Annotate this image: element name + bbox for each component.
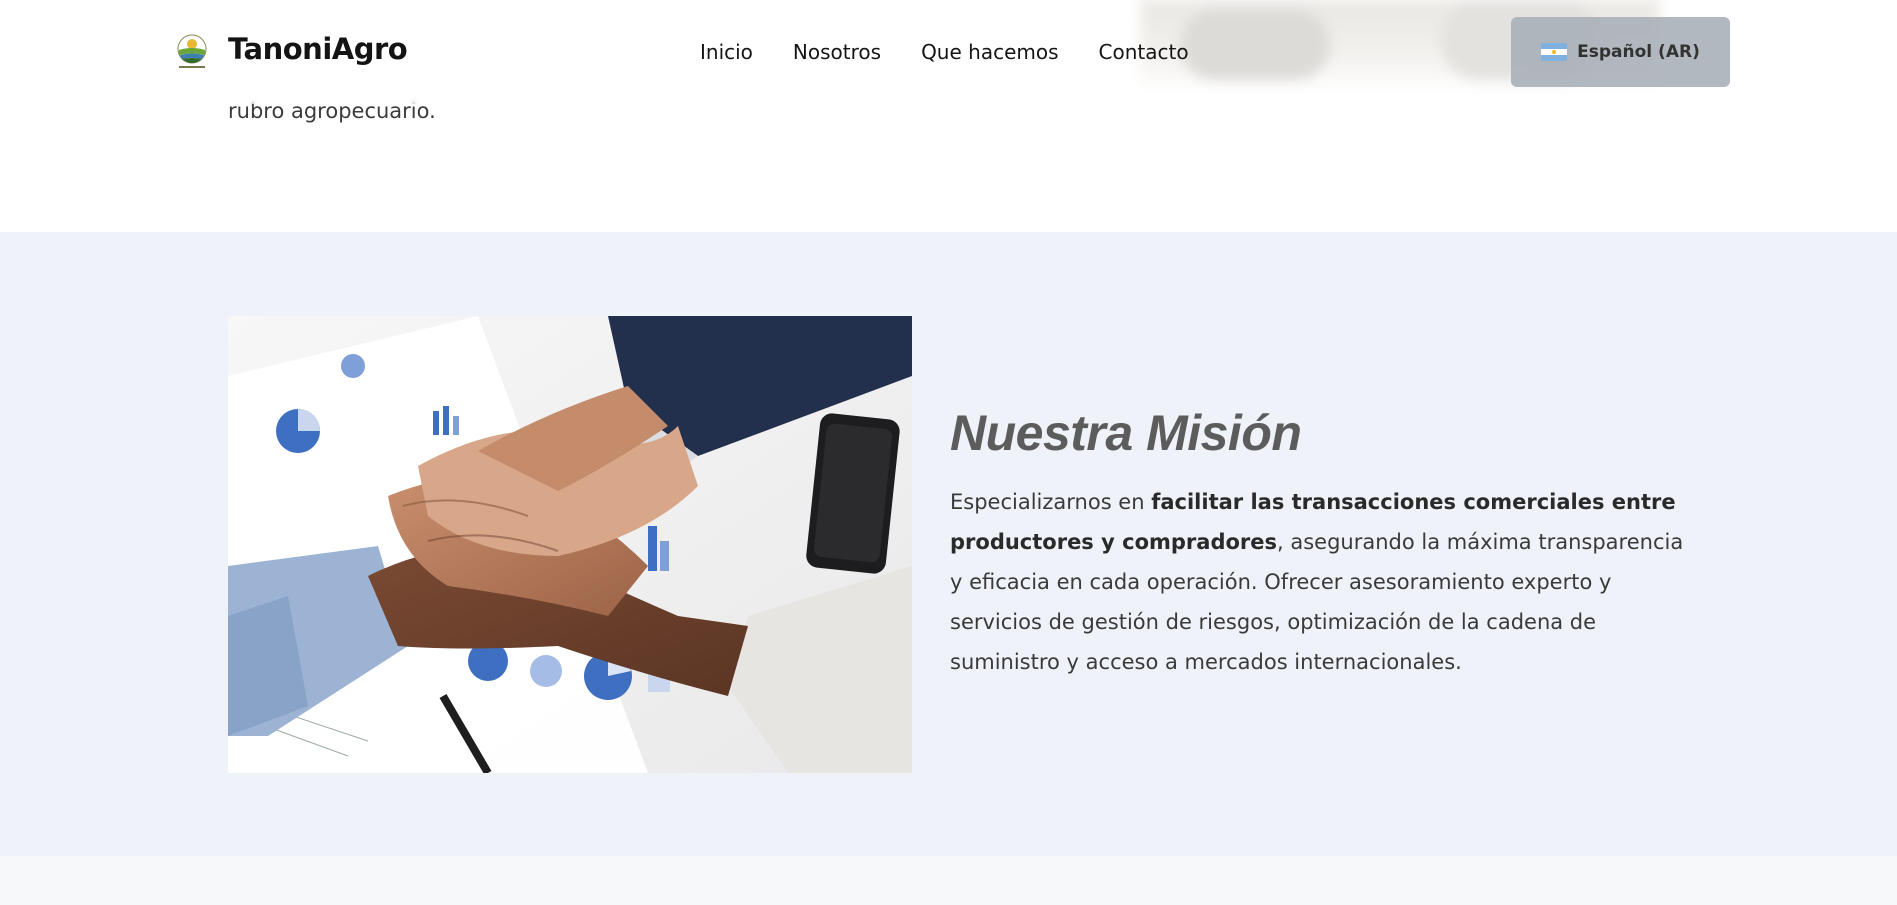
nav-link-contacto[interactable]: Contacto <box>1099 40 1189 64</box>
argentina-flag-icon <box>1541 43 1568 61</box>
language-selector-button[interactable]: Español (AR) <box>1511 17 1730 87</box>
logo-icon[interactable] <box>175 33 209 71</box>
next-section-strip <box>0 856 1897 905</box>
main-nav: Inicio Nosotros Que hacemos Contacto <box>700 40 1189 64</box>
teamwork-hands-image <box>228 316 912 773</box>
nav-link-que-hacemos[interactable]: Que hacemos <box>921 40 1058 64</box>
site-header: TanoniAgro Inicio Nosotros Que hacemos C… <box>0 0 1897 104</box>
brand-name[interactable]: TanoniAgro <box>228 32 408 66</box>
mission-text-prefix: Especializarnos en <box>950 490 1152 514</box>
mission-section: Nuestra Misión Especializarnos en facili… <box>0 232 1897 856</box>
mission-title: Nuestra Misión <box>950 405 1302 461</box>
nav-link-nosotros[interactable]: Nosotros <box>793 40 881 64</box>
mission-description: Especializarnos en facilitar las transac… <box>950 482 1695 682</box>
nav-link-inicio[interactable]: Inicio <box>700 40 753 64</box>
language-label: Español (AR) <box>1577 42 1700 62</box>
